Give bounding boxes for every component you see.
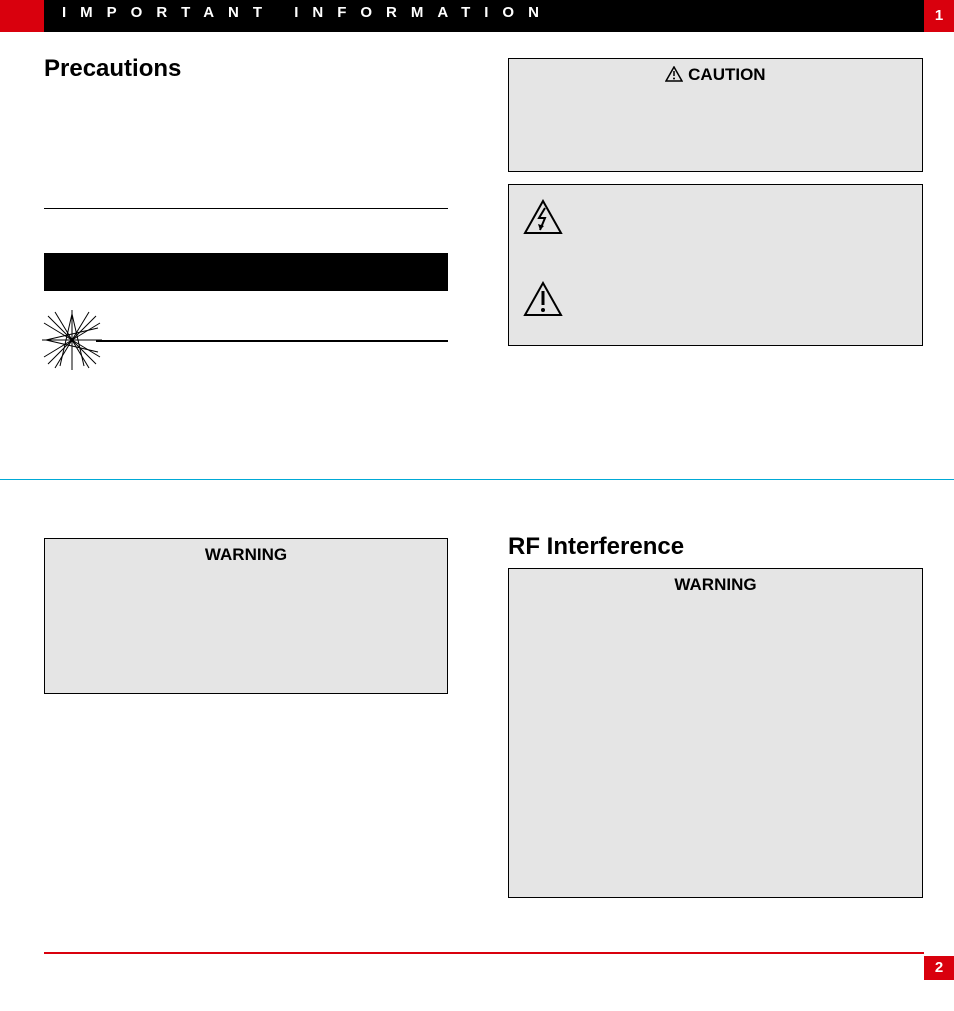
top-banner: IMPORTANT INFORMATION 1 [0,0,954,32]
manual-page: IMPORTANT INFORMATION 1 Precautions CAUT… [0,0,954,1011]
warning-triangle-icon [665,66,683,87]
top-page-number: 1 [924,0,954,32]
electric-shock-icon [523,199,563,240]
caution-box: CAUTION [508,58,923,172]
banner-red-left [0,0,44,32]
laser-starburst-icon [42,310,102,375]
thin-rule [44,208,448,209]
laser-beam-line [96,340,448,342]
bottom-page-number: 2 [924,956,954,980]
warning-left-label: WARNING [45,545,447,565]
exclamation-triangle-icon [523,281,563,322]
warning-right-label: WARNING [509,575,922,595]
solid-black-bar [44,253,448,291]
caution-header: CAUTION [509,65,922,87]
banner-title: IMPORTANT INFORMATION [62,4,553,21]
section-divider [0,479,954,480]
heading-rf-interference: RF Interference [508,533,684,561]
bottom-rule [44,952,924,954]
caution-label: CAUTION [688,65,765,84]
icon-meanings-box [508,184,923,346]
warning-box-left: WARNING [44,538,448,694]
warning-box-right: WARNING [508,568,923,898]
heading-precautions: Precautions [44,55,181,83]
